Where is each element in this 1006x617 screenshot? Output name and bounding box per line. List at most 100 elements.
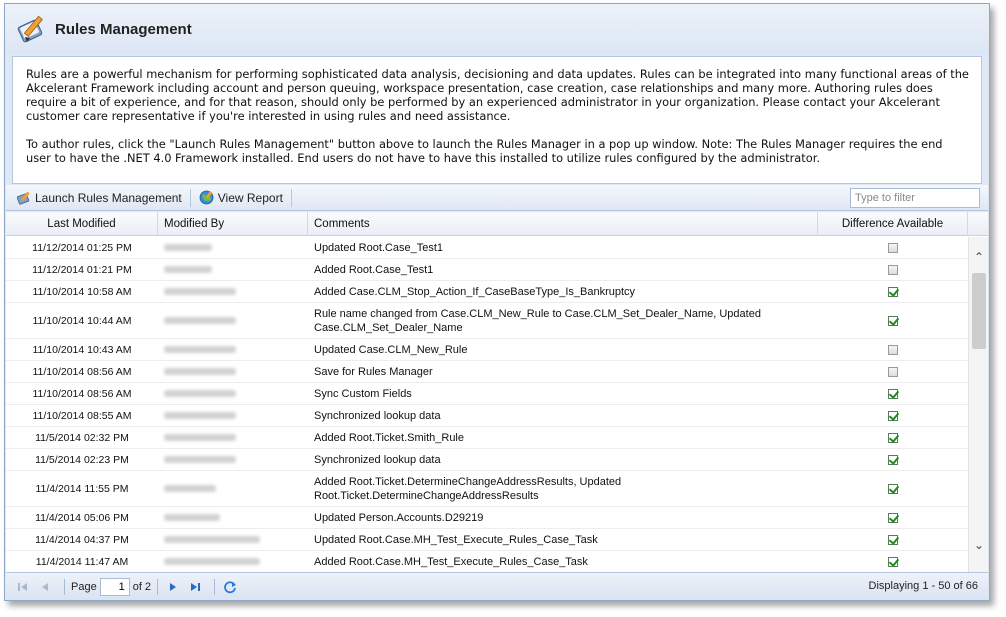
table-row[interactable]: 11/12/2014 01:21 PM Added Root.Case_Test1 bbox=[6, 259, 968, 281]
last-modified-cell: 11/10/2014 08:55 AM bbox=[32, 409, 132, 422]
scroll-thumb[interactable] bbox=[972, 273, 986, 349]
grid-body: 11/12/2014 01:25 PM Updated Root.Case_Tes… bbox=[6, 237, 968, 572]
table-row[interactable]: 11/10/2014 08:56 AM Sync Custom Fields bbox=[6, 383, 968, 405]
last-modified-cell: 11/10/2014 10:58 AM bbox=[32, 285, 132, 298]
column-header-modified-by[interactable]: Modified By bbox=[158, 212, 308, 236]
modified-by-cell bbox=[158, 432, 308, 444]
modified-by-cell bbox=[158, 556, 308, 568]
comments-cell: Updated Case.CLM_New_Rule bbox=[314, 343, 468, 356]
checked-checkbox-icon bbox=[888, 432, 898, 443]
comments-cell: Added Root.Case_Test1 bbox=[314, 263, 434, 276]
column-header-comments[interactable]: Comments bbox=[308, 212, 818, 236]
redacted-user-name bbox=[164, 535, 260, 543]
table-row[interactable]: 11/10/2014 10:58 AM Added Case.CLM_Stop_A… bbox=[6, 281, 968, 303]
difference-available-cell bbox=[818, 512, 968, 523]
table-row[interactable]: 11/12/2014 01:25 PM Updated Root.Case_Tes… bbox=[6, 237, 968, 259]
modified-by-cell bbox=[158, 315, 308, 327]
page-count-label: of 2 bbox=[132, 580, 152, 593]
redacted-user-name bbox=[164, 243, 212, 251]
checked-checkbox-icon bbox=[888, 512, 898, 523]
difference-available-cell bbox=[818, 286, 968, 297]
comments-cell: Rule name changed from Case.CLM_New_Rule… bbox=[314, 307, 761, 334]
table-row[interactable]: 11/10/2014 08:56 AM Save for Rules Manage… bbox=[6, 361, 968, 383]
last-modified-cell: 11/10/2014 08:56 AM bbox=[32, 387, 132, 400]
rules-book-pencil-icon bbox=[15, 12, 49, 46]
difference-available-cell bbox=[818, 264, 968, 275]
difference-available-cell bbox=[818, 454, 968, 465]
redacted-user-name bbox=[164, 513, 220, 521]
table-row[interactable]: 11/4/2014 11:55 PM Added Root.Ticket.Dete… bbox=[6, 471, 968, 507]
table-row[interactable]: 11/5/2014 02:32 PM Added Root.Ticket.Smit… bbox=[6, 427, 968, 449]
column-header-difference-available[interactable]: Difference Available bbox=[818, 212, 968, 236]
comments-cell: Updated Root.Case.MH_Test_Execute_Rules_… bbox=[314, 533, 598, 546]
next-page-icon[interactable] bbox=[164, 578, 182, 596]
scroll-up-icon[interactable]: ⌃ bbox=[973, 251, 985, 263]
last-page-icon[interactable] bbox=[186, 578, 204, 596]
last-modified-cell: 11/5/2014 02:23 PM bbox=[35, 453, 129, 466]
redacted-user-name bbox=[164, 287, 236, 295]
redacted-user-name bbox=[164, 367, 236, 375]
description-panel: Rules are a powerful mechanism for perfo… bbox=[12, 56, 982, 184]
redacted-user-name bbox=[164, 389, 236, 397]
modified-by-cell bbox=[158, 483, 308, 495]
difference-available-cell bbox=[818, 410, 968, 421]
first-page-icon[interactable] bbox=[14, 578, 32, 596]
last-modified-cell: 11/4/2014 04:37 PM bbox=[35, 533, 129, 546]
table-row[interactable]: 11/4/2014 11:47 AM Added Root.Case.MH_Tes… bbox=[6, 551, 968, 572]
launch-rules-management-label: Launch Rules Management bbox=[35, 190, 182, 205]
filter-input[interactable] bbox=[850, 188, 980, 208]
column-header-last-modified[interactable]: Last Modified bbox=[6, 212, 158, 236]
toolbar: Launch Rules Management View Report bbox=[6, 185, 988, 211]
refresh-icon[interactable] bbox=[221, 578, 239, 596]
comments-cell: Save for Rules Manager bbox=[314, 365, 433, 378]
modified-by-cell bbox=[158, 454, 308, 466]
page-number-input[interactable] bbox=[99, 577, 130, 596]
redacted-user-name bbox=[164, 455, 236, 463]
difference-available-cell bbox=[818, 366, 968, 377]
difference-available-cell bbox=[818, 534, 968, 545]
modified-by-cell bbox=[158, 366, 308, 378]
modified-by-cell bbox=[158, 286, 308, 298]
page-label: Page bbox=[71, 580, 97, 593]
table-row[interactable]: 11/4/2014 04:37 PM Updated Root.Case.MH_T… bbox=[6, 529, 968, 551]
difference-available-cell bbox=[818, 483, 968, 494]
redacted-user-name bbox=[164, 316, 236, 324]
redacted-user-name bbox=[164, 433, 236, 441]
table-row[interactable]: 11/10/2014 10:44 AM Rule name changed fro… bbox=[6, 303, 968, 339]
comments-cell: Added Root.Ticket.DetermineChangeAddress… bbox=[314, 475, 622, 502]
difference-available-cell bbox=[818, 432, 968, 443]
modified-by-cell bbox=[158, 344, 308, 356]
redacted-user-name bbox=[164, 484, 216, 492]
scroll-down-icon[interactable]: ⌄ bbox=[973, 539, 985, 551]
last-modified-cell: 11/4/2014 11:55 PM bbox=[35, 482, 129, 495]
checked-checkbox-icon bbox=[888, 556, 898, 567]
table-row[interactable]: 11/4/2014 05:06 PM Updated Person.Account… bbox=[6, 507, 968, 529]
modified-by-cell bbox=[158, 242, 308, 254]
description-paragraph-1: Rules are a powerful mechanism for perfo… bbox=[26, 67, 969, 123]
view-report-button[interactable]: View Report bbox=[195, 187, 287, 209]
view-report-label: View Report bbox=[217, 190, 283, 205]
pager-separator bbox=[64, 578, 65, 595]
table-row[interactable]: 11/10/2014 10:43 AM Updated Case.CLM_New_… bbox=[6, 339, 968, 361]
checked-checkbox-icon bbox=[888, 315, 898, 326]
last-modified-cell: 11/4/2014 11:47 AM bbox=[35, 555, 129, 568]
comments-cell: Synchronized lookup data bbox=[314, 453, 441, 466]
table-row[interactable]: 11/5/2014 02:23 PM Synchronized lookup da… bbox=[6, 449, 968, 471]
table-row[interactable]: 11/10/2014 08:55 AM Synchronized lookup d… bbox=[6, 405, 968, 427]
title-bar: Rules Management bbox=[5, 4, 989, 54]
last-modified-cell: 11/4/2014 05:06 PM bbox=[35, 511, 129, 524]
vertical-scrollbar[interactable]: ⌃ ⌄ bbox=[968, 237, 988, 572]
modified-by-cell bbox=[158, 534, 308, 546]
redacted-user-name bbox=[164, 345, 236, 353]
toolbar-separator bbox=[290, 188, 292, 207]
last-modified-cell: 11/12/2014 01:25 PM bbox=[32, 241, 132, 254]
difference-available-cell bbox=[818, 242, 968, 253]
previous-page-icon[interactable] bbox=[36, 578, 54, 596]
pager-separator bbox=[157, 578, 159, 595]
pager-separator bbox=[214, 578, 216, 595]
comments-cell: Sync Custom Fields bbox=[314, 387, 412, 400]
difference-available-cell bbox=[818, 388, 968, 399]
last-modified-cell: 11/10/2014 08:56 AM bbox=[32, 365, 132, 378]
launch-rules-management-button[interactable]: Launch Rules Management bbox=[12, 187, 186, 209]
page-title: Rules Management bbox=[55, 20, 192, 38]
